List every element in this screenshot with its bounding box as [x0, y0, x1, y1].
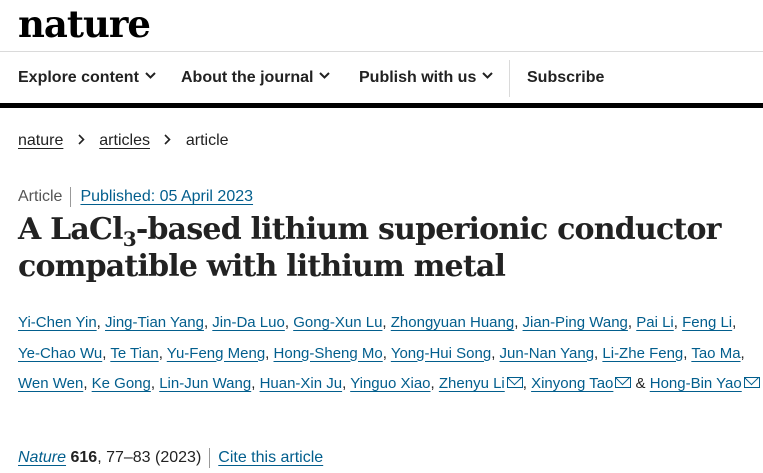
- author-link[interactable]: Li-Zhe Feng: [602, 345, 683, 362]
- nav-item-label: Publish with us: [359, 69, 477, 86]
- breadcrumb-nature[interactable]: nature: [18, 132, 63, 149]
- main-nav: Explore content About the journal Publis…: [0, 52, 763, 108]
- article-type: Article: [18, 188, 63, 205]
- author-link[interactable]: Yong-Hui Song: [391, 345, 491, 362]
- author-link[interactable]: Jin-Da Luo: [212, 314, 285, 331]
- author-link[interactable]: Tao Ma: [691, 345, 740, 362]
- title-text-start: A LaCl: [18, 212, 124, 247]
- author-link[interactable]: Yi-Chen Yin: [18, 314, 97, 331]
- nature-logo[interactable]: nature: [18, 3, 151, 45]
- mail-icon[interactable]: [743, 377, 760, 388]
- author-link[interactable]: Xinyong Tao: [531, 375, 613, 392]
- author-link[interactable]: Jun-Nan Yang: [500, 345, 595, 362]
- chevron-right-icon: [78, 134, 85, 145]
- breadcrumb-current: article: [185, 132, 229, 149]
- nav-divider: [509, 60, 510, 97]
- article-title: A LaCl3-based lithium superionic conduct…: [18, 211, 758, 285]
- author-link[interactable]: Jian-Ping Wang: [523, 314, 628, 331]
- author-link[interactable]: Zhenyu Li: [439, 375, 505, 392]
- chevron-down-icon: [145, 72, 156, 80]
- nav-item-label: Explore content: [18, 69, 139, 86]
- author-link[interactable]: Yu-Feng Meng: [167, 345, 265, 362]
- author-link[interactable]: Huan-Xin Ju: [260, 375, 343, 392]
- author-link[interactable]: Wen Wen: [18, 375, 83, 392]
- journal-name-link[interactable]: Nature: [18, 449, 66, 466]
- author-link[interactable]: Hong-Sheng Mo: [274, 345, 383, 362]
- article-citation: Nature 616, 77–83 (2023) Cite this articl…: [18, 447, 323, 469]
- author-link[interactable]: Hong-Bin Yao: [650, 375, 742, 392]
- nav-item-label: About the journal: [181, 69, 314, 86]
- author-link[interactable]: Zhongyuan Huang: [391, 314, 514, 331]
- chevron-down-icon: [482, 72, 494, 80]
- citation-divider: [209, 447, 211, 468]
- mail-icon[interactable]: [506, 377, 523, 388]
- subscribe-link[interactable]: Subscribe: [527, 52, 604, 103]
- chevron-down-icon: [319, 72, 331, 80]
- nav-about-the-journal[interactable]: About the journal: [181, 52, 331, 103]
- article-meta: Article Published: 05 April 2023: [18, 186, 253, 208]
- title-text-end: -based lithium superionic conductor comp…: [18, 212, 722, 284]
- author-link[interactable]: Ke Gong: [92, 375, 151, 392]
- nav-publish-with-us[interactable]: Publish with us: [359, 52, 494, 103]
- author-list: Yi-Chen Yin, Jing-Tian Yang, Jin-Da Luo,…: [18, 308, 760, 400]
- author-link[interactable]: Pai Li: [636, 314, 674, 331]
- cite-this-article-link[interactable]: Cite this article: [218, 449, 323, 466]
- author-link[interactable]: Feng Li: [682, 314, 732, 331]
- title-subscript: 3: [122, 227, 137, 251]
- chevron-right-icon: [164, 134, 172, 145]
- breadcrumb: nature articles article: [18, 131, 229, 151]
- mail-icon[interactable]: [615, 377, 632, 388]
- author-link[interactable]: Ye-Chao Wu: [18, 345, 102, 362]
- breadcrumb-articles[interactable]: articles: [99, 132, 150, 149]
- nav-explore-content[interactable]: Explore content: [18, 52, 156, 103]
- author-link[interactable]: Lin-Jun Wang: [159, 375, 251, 392]
- published-date-link[interactable]: Published: 05 April 2023: [80, 188, 253, 205]
- author-link[interactable]: Yinguo Xiao: [350, 375, 430, 392]
- author-link[interactable]: Jing-Tian Yang: [105, 314, 204, 331]
- volume-number: 616: [70, 449, 98, 466]
- author-link[interactable]: Te Tian: [110, 345, 158, 362]
- meta-divider: [70, 186, 72, 207]
- site-header: nature: [0, 0, 763, 52]
- pages-year: , 77–83 (2023): [97, 449, 202, 466]
- author-link[interactable]: Gong-Xun Lu: [293, 314, 382, 331]
